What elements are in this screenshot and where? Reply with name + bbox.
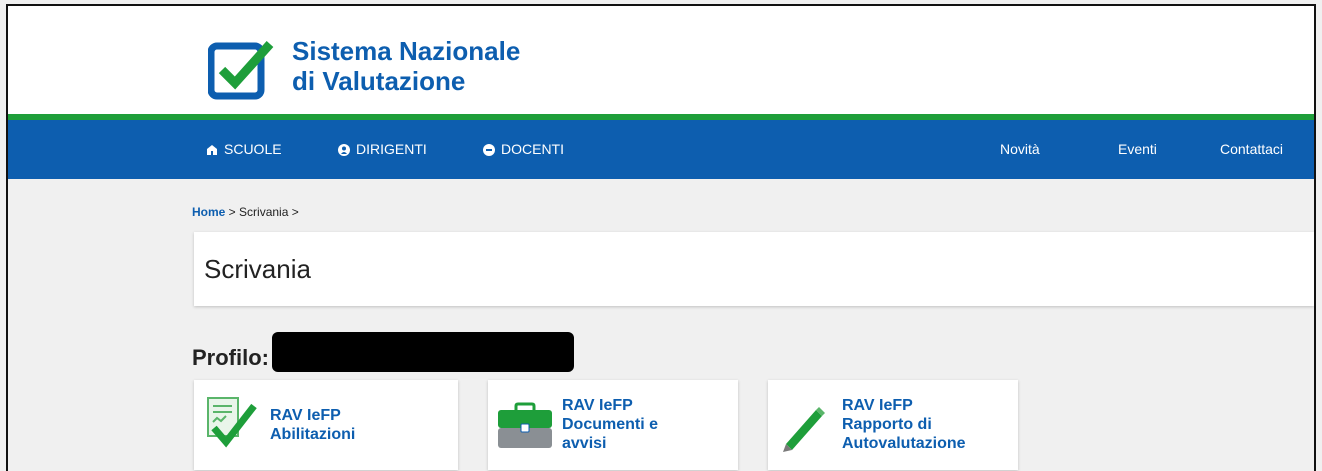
breadcrumb-home[interactable]: Home — [192, 205, 225, 219]
site-logo-text[interactable]: Sistema Nazionale di Valutazione — [292, 36, 520, 96]
redacted-profile-name — [272, 332, 574, 372]
nav-docenti-label: DOCENTI — [501, 141, 564, 157]
breadcrumb-current: Scrivania — [239, 205, 289, 219]
nav-eventi[interactable]: Eventi — [1118, 120, 1157, 179]
nav-scuole-label: SCUOLE — [224, 141, 282, 157]
tile-label-line: RAV IeFP — [842, 397, 913, 414]
tile-rav-iefp-documenti[interactable]: RAV IeFP Documenti e avvisi — [488, 380, 738, 470]
nav-eventi-label: Eventi — [1118, 141, 1157, 157]
nav-dirigenti[interactable]: DIRIGENTI — [338, 120, 427, 179]
checkbox-check-icon — [208, 40, 274, 100]
logo-line-2: di Valutazione — [292, 66, 466, 96]
nav-contattaci-label: Contattaci — [1220, 141, 1284, 157]
logo-line-1: Sistema Nazionale — [292, 36, 521, 66]
briefcase-icon — [498, 402, 552, 448]
nav-contattaci[interactable]: Contattaci — [1220, 120, 1283, 179]
tile-label: RAV IeFP Rapporto di Autovalutazione — [842, 396, 966, 453]
nav-novita-label: Novità — [1000, 141, 1040, 157]
tile-label-line: Abilitazioni — [270, 426, 356, 443]
tile-label: RAV IeFP Documenti e avvisi — [562, 396, 658, 453]
tile-label-line: Rapporto di — [842, 416, 932, 433]
page-title: Scrivania — [204, 254, 311, 284]
school-icon — [206, 144, 218, 156]
main-navbar: SCUOLE DIRIGENTI DOCENTI Novità Eventi C… — [8, 120, 1314, 179]
teacher-icon — [483, 143, 495, 156]
tile-label: RAV IeFP Abilitazioni — [270, 406, 355, 444]
nav-scuole[interactable]: SCUOLE — [206, 120, 282, 179]
page-frame: Sistema Nazionale di Valutazione SCUOLE … — [6, 4, 1316, 471]
tile-label-line: Documenti e — [562, 416, 659, 433]
tile-label-line: RAV IeFP — [270, 407, 341, 424]
page-title-card: Scrivania — [194, 232, 1314, 306]
tile-rav-iefp-abilitazioni[interactable]: RAV IeFP Abilitazioni — [194, 380, 458, 470]
nav-novita[interactable]: Novità — [1000, 120, 1040, 179]
tile-label-line: RAV IeFP — [562, 397, 633, 414]
site-header: Sistema Nazionale di Valutazione — [8, 6, 1314, 114]
profile-label: Profilo: — [192, 345, 269, 370]
person-icon — [338, 143, 350, 156]
breadcrumb-separator: > — [225, 205, 240, 219]
nav-dirigenti-label: DIRIGENTI — [356, 141, 427, 157]
breadcrumb: Home > Scrivania > — [192, 205, 299, 219]
pencil-icon — [783, 407, 825, 452]
checklist-icon — [207, 397, 257, 448]
tile-rav-iefp-rapporto[interactable]: RAV IeFP Rapporto di Autovalutazione — [768, 380, 1018, 470]
breadcrumb-separator: > — [288, 205, 299, 219]
tile-label-line: avvisi — [562, 435, 607, 452]
tile-label-line: Autovalutazione — [842, 435, 966, 452]
nav-docenti[interactable]: DOCENTI — [483, 120, 564, 179]
